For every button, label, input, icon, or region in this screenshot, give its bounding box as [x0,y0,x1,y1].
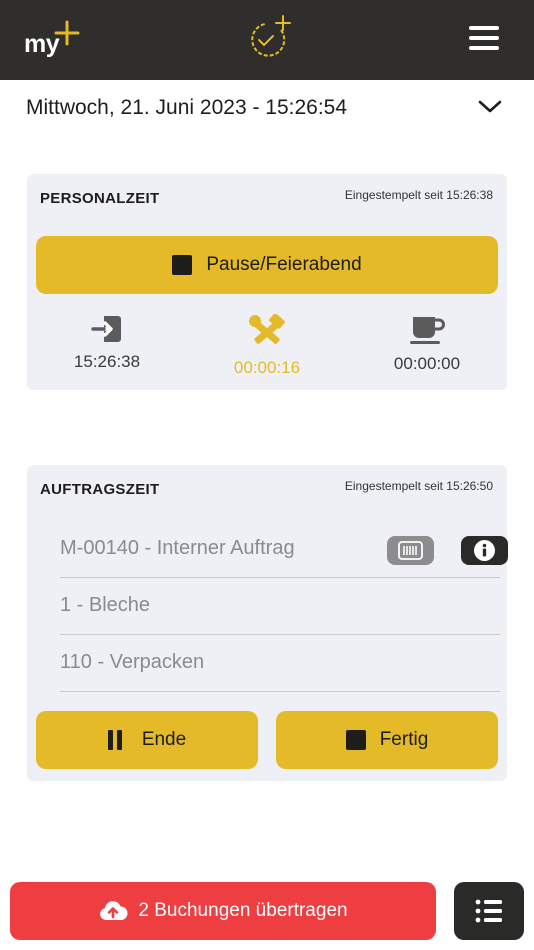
auftragszeit-title: AUFTRAGSZEIT [40,481,160,498]
auftragszeit-card: AUFTRAGSZEIT Eingestempelt seit 15:26:50… [27,465,508,781]
coffee-cup-icon [410,317,445,344]
hamburger-menu-icon[interactable] [466,26,502,56]
info-icon [474,540,495,561]
personalzeit-title: PERSONALZEIT [40,190,160,207]
pause-feierabend-label: Pause/Feierabend [206,254,362,275]
ende-label: Ende [141,729,187,750]
fertig-label: Fertig [379,729,429,750]
personalzeit-status: Eingestempelt seit 15:26:38 [344,188,493,202]
operation-value: 110 - Verpacken [60,651,205,673]
cloud-upload-icon [100,901,128,920]
time-tracking-logo-icon [251,15,291,57]
stat-break-time: 00:00:00 [357,314,497,374]
info-button[interactable] [461,536,508,565]
fertig-button[interactable]: Fertig [276,711,498,769]
list-icon [475,899,502,923]
clock-in-time: 15:26:38 [73,352,141,371]
auftragszeit-status: Eingestempelt seit 15:26:50 [344,479,493,493]
barcode-icon [398,541,423,560]
date-time-row: Mittwoch, 21. Juni 2023 - 15:26:54 [26,94,506,124]
position-value: 1 - Bleche [60,594,151,616]
work-duration: 00:00:16 [233,358,301,377]
sign-in-icon [91,316,121,342]
chevron-down-icon[interactable] [476,96,504,118]
barcode-scan-button[interactable] [387,536,434,565]
position-field[interactable]: 1 - Bleche [60,578,500,635]
personalzeit-card: PERSONALZEIT Eingestempelt seit 15:26:38… [27,174,507,390]
order-value: M-00140 - Interner Auftrag [60,537,295,559]
stop-icon [345,730,366,750]
stat-work-time: 00:00:16 [197,314,337,378]
stat-clock-in: 15:26:38 [37,314,177,372]
app-header: my [0,0,534,80]
pause-icon [107,730,126,750]
app-logo: my [24,20,86,62]
plus-icon [54,20,80,46]
break-duration: 00:00:00 [393,354,461,373]
stop-icon [172,255,193,275]
bookings-list-button[interactable] [454,882,524,940]
pause-feierabend-button[interactable]: Pause/Feierabend [36,236,498,294]
upload-label: 2 Buchungen übertragen [138,900,348,921]
order-field[interactable]: M-00140 - Interner Auftrag [60,521,508,578]
tools-icon [249,314,285,344]
operation-field[interactable]: 110 - Verpacken [60,635,500,692]
upload-bookings-button[interactable]: 2 Buchungen übertragen [10,882,436,940]
current-datetime: Mittwoch, 21. Juni 2023 - 15:26:54 [26,96,348,119]
ende-button[interactable]: Ende [36,711,258,769]
